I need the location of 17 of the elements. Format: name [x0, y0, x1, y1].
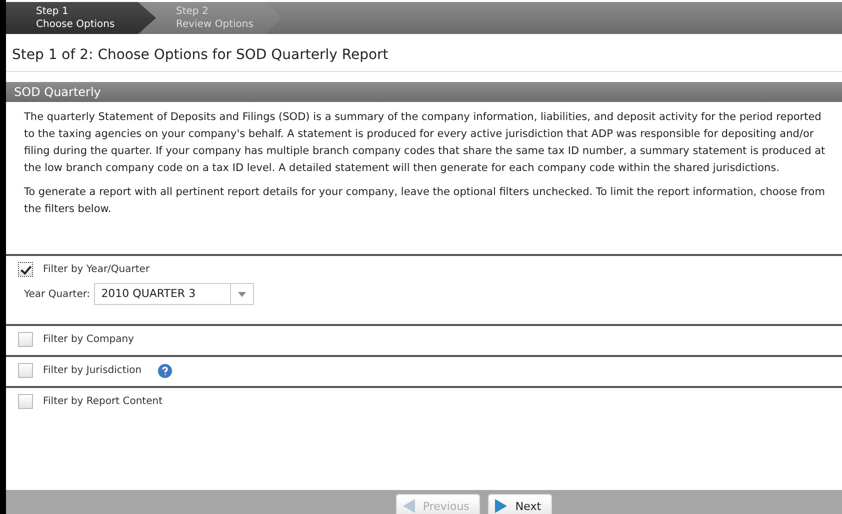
filter-label: Filter by Year/Quarter [43, 264, 150, 275]
filter-label: Filter by Company [43, 334, 134, 345]
filter-label: Filter by Report Content [43, 396, 162, 407]
help-icon[interactable] [158, 364, 172, 378]
field-label: Year Quarter: [24, 288, 90, 300]
description-text: The quarterly Statement of Deposits and Filings (SOD) is a summary of the company information, liabilities, and deposit activity for the period reported to the taxing agencies on your company's behalf. A statement is produced for every active jurisdiction that ADP was responsible for depositing and/or filing during the quarter. If your company has multiple branch company codes that share the same tax ID number, a summary statement is produced at the low branch company code on a tax ID level. A detailed statement will then generate for each company code within the shared jurisdictions. [24, 110, 826, 176]
page-title: Step 1 of 2: Choose Options for SOD Quarterly Report [6, 34, 842, 72]
next-button[interactable]: Next [488, 494, 552, 514]
filter-checkbox[interactable] [18, 262, 33, 277]
wizard-step[interactable]: Step 1 Choose Options [6, 2, 156, 34]
year-quarter-dropdown[interactable]: 2010 QUARTER 3 [94, 283, 254, 305]
section-header: SOD Quarterly [6, 82, 842, 102]
filter-label: Filter by Jurisdiction [43, 365, 142, 376]
filter-checkbox[interactable] [18, 332, 33, 347]
description-text: To generate a report with all pertinent report details for your company, leave the optional filters unchecked. To limit the report information, choose from the filters below. [24, 185, 826, 217]
filter-checkbox[interactable] [18, 363, 33, 378]
filter-checkbox[interactable] [18, 394, 33, 409]
